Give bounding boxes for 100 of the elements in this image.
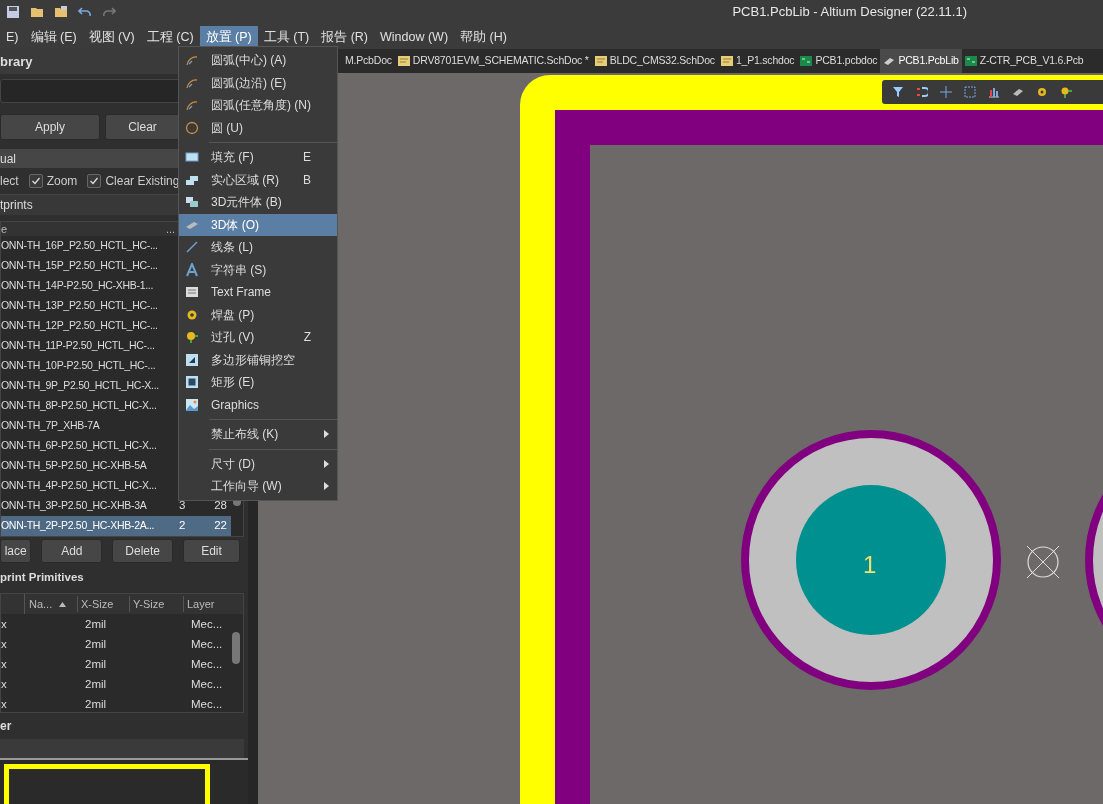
redo-icon[interactable] (102, 5, 116, 19)
arc-icon (185, 98, 199, 113)
panel-button[interactable]: Clear (105, 113, 180, 140)
board-icon (964, 56, 977, 66)
shortcut-key: B (303, 170, 311, 189)
table-cell-text: x (1, 616, 8, 632)
document-tab[interactable]: DRV8701EVM_SCHEMATIC.SchDoc * (394, 49, 592, 73)
table-cell-text: 2mil (85, 676, 108, 692)
sort-arrow-icon (59, 601, 66, 607)
table-cell-text: Mec... (191, 656, 223, 672)
crosshair-icon[interactable] (940, 86, 952, 98)
shortcut-key: Z (303, 328, 311, 347)
pad-number: 1 (863, 550, 877, 580)
pad-icon[interactable] (1036, 86, 1048, 98)
rectangle-icon (185, 375, 199, 390)
image-icon (185, 397, 199, 412)
via-icon (185, 330, 199, 345)
table-cell-text: 2mil (85, 616, 108, 632)
menu-item[interactable]: Window (W) (374, 26, 455, 49)
list-row[interactable]: ONN-TH_3P-P2.50_HC-XHB-3A 3 28 (1, 495, 231, 516)
document-tab[interactable]: PCB1.PcbLib (880, 49, 962, 73)
section-header: print Primitives (0, 569, 85, 585)
panel-button[interactable]: lace (0, 539, 32, 564)
table-cell-text: 2mil (85, 696, 108, 712)
menu-item[interactable]: 工具 (T) (257, 26, 316, 49)
table-cell-text: x (1, 696, 8, 712)
undo-icon[interactable] (78, 5, 92, 19)
scrollbar[interactable] (232, 632, 240, 665)
option-label: lect (0, 172, 19, 190)
option-label: Zoom (46, 172, 78, 190)
magnet-icon[interactable] (916, 86, 928, 98)
section-header: er (0, 718, 13, 736)
save-icon[interactable] (6, 5, 20, 19)
folder-icon[interactable] (54, 5, 68, 19)
table-cell-text: Mec... (191, 636, 223, 652)
origin-marker-icon (1026, 545, 1060, 579)
table-cell-text: Mec... (191, 676, 223, 692)
document-icon (397, 56, 410, 66)
checkbox[interactable] (87, 173, 102, 188)
menu-item[interactable]: 工程 (C) (140, 26, 200, 49)
document-tab[interactable]: Z-CTR_PCB_V1.6.Pcb (961, 49, 1087, 73)
check-icon (30, 175, 41, 186)
table-cell-text: 2mil (85, 636, 108, 652)
panel-button[interactable]: Delete (112, 539, 174, 564)
table-cell-text: x (1, 676, 8, 692)
table-cell-text: Mec... (191, 696, 223, 712)
footprint-name: ONN-TH_2P-P2.50_HC-XHB-2A... (1, 518, 156, 533)
window-title: PCB1.PcbLib - Altium Designer (22.11.1) (732, 3, 967, 22)
menu-item[interactable]: 帮助 (H) (454, 26, 513, 49)
submenu-arrow-icon (324, 459, 329, 468)
table-cell-text: x (1, 656, 8, 672)
shortcut-key: E (303, 148, 311, 167)
circle-icon (185, 120, 199, 135)
document-tab[interactable]: PCB1.pcbdoc (797, 49, 881, 73)
menu-item[interactable]: 编辑 (E) (24, 26, 83, 49)
footprint-name: ONN-TH_3P-P2.50_HC-XHB-3A (1, 498, 148, 513)
primitive-count: 28 (213, 498, 227, 514)
column-header[interactable]: Na... (25, 595, 77, 613)
document-tab[interactable]: M.PcbDoc (342, 49, 395, 73)
column-header[interactable]: e (1, 221, 166, 236)
pad-count: 2 (179, 518, 187, 534)
chip-icon[interactable] (1012, 86, 1024, 98)
document-icon (720, 56, 733, 66)
polygon-cutout-icon (185, 352, 199, 367)
footprint-name: ONN-TH_6P-P2.50_HCTL_HC-X... (1, 438, 158, 453)
table-cell-text: Mec... (191, 616, 223, 632)
menu-entry[interactable]: 3D体 (O) (179, 213, 337, 236)
document-tab[interactable]: 1_P1.schdoc (717, 49, 798, 73)
cubes-icon (185, 195, 199, 210)
pad-count: 3 (179, 498, 187, 514)
chip-icon (883, 56, 896, 66)
table-cell-text: 2mil (85, 656, 108, 672)
via-icon[interactable] (1060, 86, 1072, 98)
fill-icon (185, 150, 199, 165)
submenu-arrow-icon (324, 482, 329, 491)
column-header[interactable]: X-Size (77, 595, 129, 613)
column-header[interactable]: Layer (183, 595, 223, 613)
column-header[interactable]: Y-Size (129, 595, 183, 613)
align-icon[interactable] (988, 86, 1000, 98)
arc-icon (185, 53, 199, 68)
document-icon (594, 56, 607, 66)
list-row[interactable]: ONN-TH_2P-P2.50_HC-XHB-2A... 2 22 (1, 515, 231, 536)
submenu-arrow-icon (324, 430, 329, 439)
menu-item[interactable]: 视图 (V) (82, 26, 141, 49)
panel-button[interactable]: Add (41, 539, 103, 564)
menu-item[interactable]: E) (0, 26, 25, 49)
panel-button[interactable]: Apply (0, 113, 100, 140)
checkbox[interactable] (28, 173, 43, 188)
letter-icon (185, 262, 199, 277)
filter-icon[interactable] (892, 86, 904, 98)
table-cell-text: x (1, 636, 8, 652)
board-icon (800, 56, 813, 66)
panel-button[interactable]: Edit (183, 539, 240, 564)
line-icon (185, 240, 199, 255)
text-frame-icon (185, 285, 199, 300)
menu-item[interactable]: 报告 (R) (315, 26, 374, 49)
primitive-count: 22 (213, 518, 227, 534)
check-icon (89, 175, 100, 186)
folder-icon[interactable] (30, 5, 44, 19)
document-tab[interactable]: BLDC_CMS32.SchDoc (591, 49, 718, 73)
